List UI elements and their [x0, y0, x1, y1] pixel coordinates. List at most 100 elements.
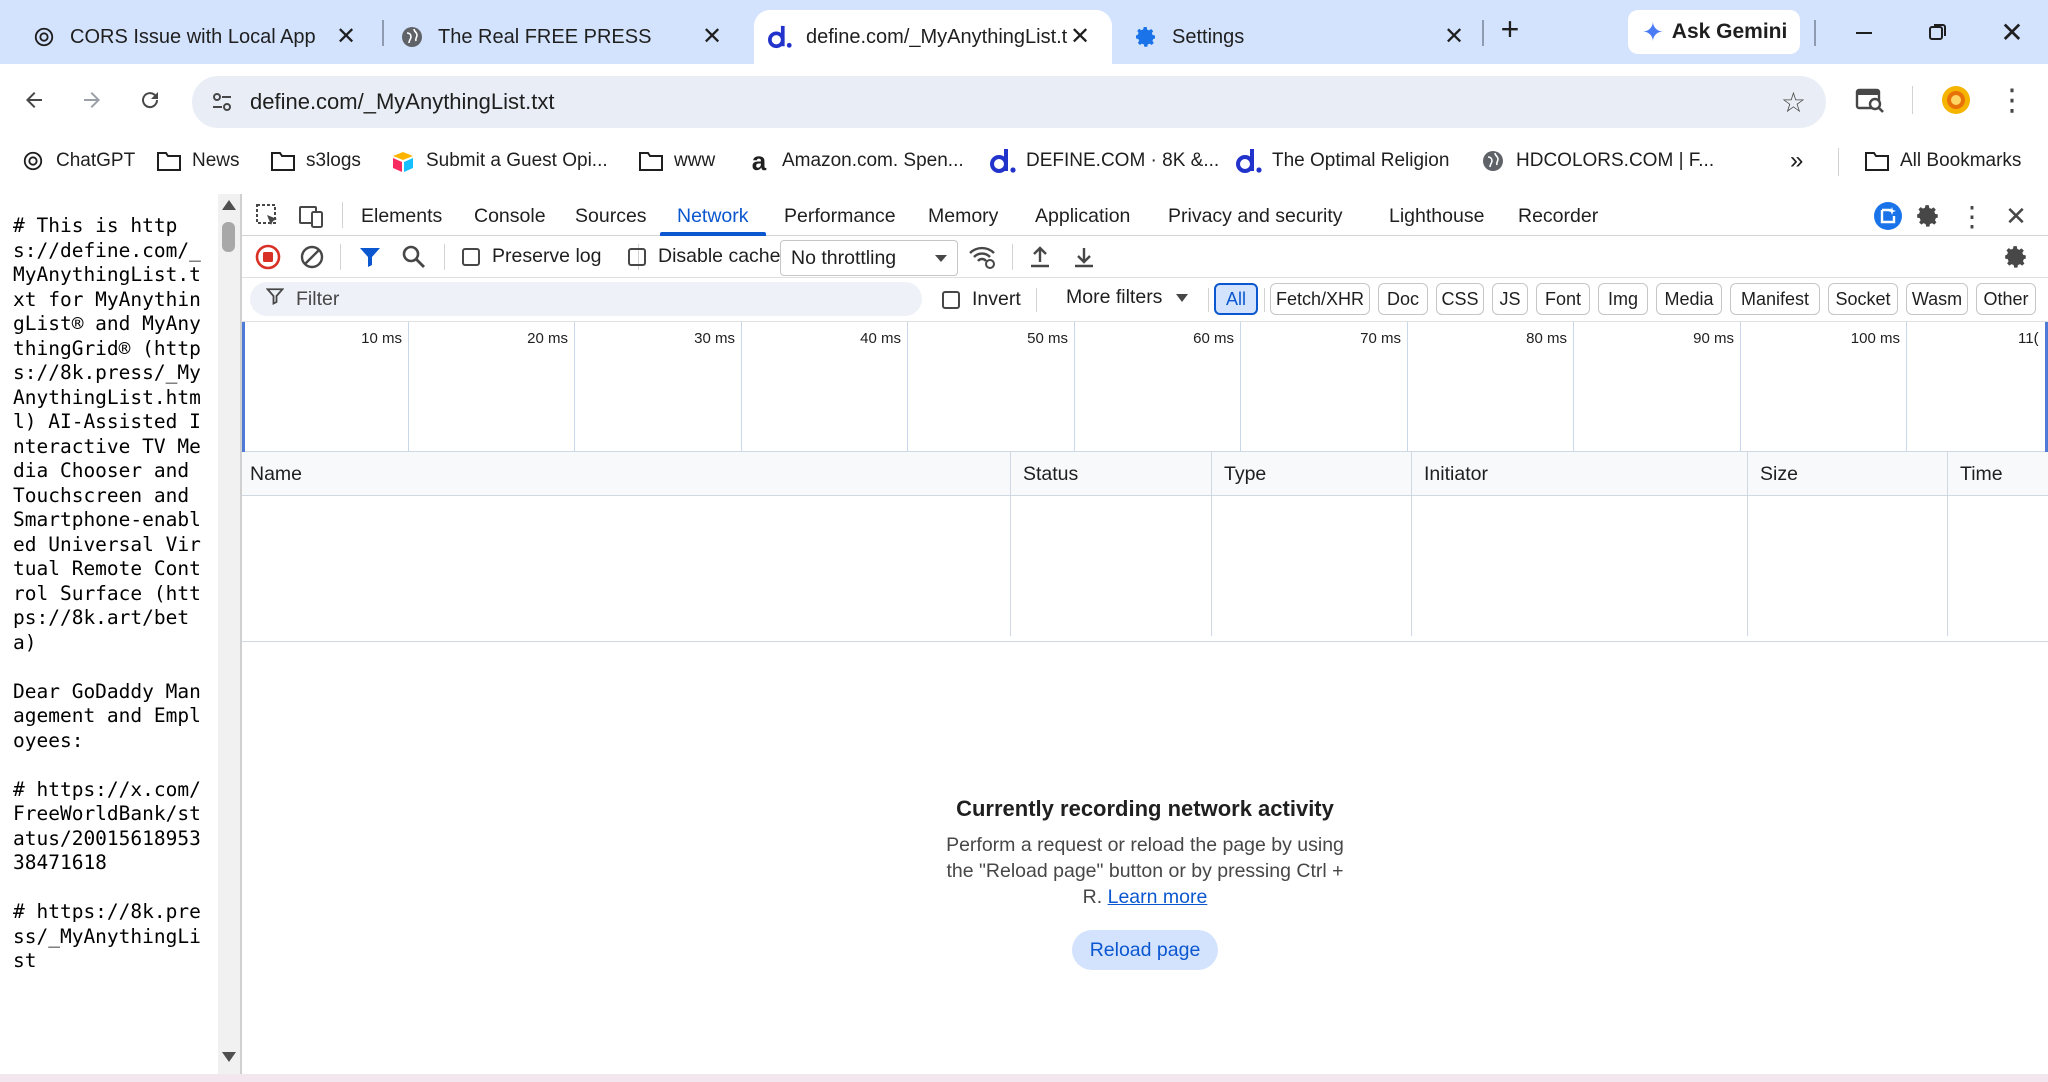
filter-chip-all[interactable]: All: [1214, 283, 1258, 315]
minimize-icon[interactable]: [1846, 14, 1882, 50]
more-filters-label: More filters: [1066, 286, 1163, 308]
new-tab-button[interactable]: +: [1494, 13, 1526, 46]
timeline-tick-label: 11(: [2018, 330, 2039, 347]
bookmark-label: News: [192, 150, 240, 171]
timeline-tick-label: 100 ms: [1850, 330, 1900, 347]
ai-assistance-icon[interactable]: [1872, 200, 1904, 232]
filter-chip-other[interactable]: Other: [1976, 283, 2036, 315]
bookmark-folder-s3logs[interactable]: s3logs: [270, 146, 361, 176]
column-initiator[interactable]: Initiator: [1416, 452, 1488, 496]
filter-chip-js[interactable]: JS: [1492, 283, 1528, 315]
tab-cors-issue[interactable]: CORS Issue with Local App ✕: [0, 10, 378, 64]
close-window-icon[interactable]: ✕: [1994, 14, 2030, 50]
import-har-upload-icon[interactable]: [1024, 241, 1056, 273]
bookmark-amazon[interactable]: a Amazon.com. Spen...: [746, 146, 964, 176]
clear-icon[interactable]: [296, 241, 328, 273]
throttling-select[interactable]: No throttling: [780, 240, 958, 276]
all-bookmarks-button[interactable]: All Bookmarks: [1864, 146, 2021, 176]
tab-settings[interactable]: Settings ✕: [1122, 10, 1486, 64]
column-status[interactable]: Status: [1015, 452, 1078, 496]
column-name[interactable]: Name: [242, 452, 302, 496]
column-divider: [1947, 452, 1948, 636]
network-conditions-wifi-icon[interactable]: [966, 241, 998, 273]
scroll-down-arrow-icon[interactable]: [222, 1052, 236, 1062]
column-time[interactable]: Time: [1952, 452, 2003, 496]
filter-chip-media[interactable]: Media: [1656, 283, 1722, 315]
bookmark-folder-news[interactable]: News: [156, 146, 240, 176]
disable-cache-checkbox[interactable]: Disable cache: [628, 245, 780, 268]
tab-performance[interactable]: Performance: [784, 194, 896, 236]
reload-page-button[interactable]: Reload page: [1072, 930, 1218, 970]
bookmark-define[interactable]: DEFINE.COM · 8K &...: [990, 146, 1219, 176]
learn-more-link[interactable]: Learn more: [1108, 886, 1208, 908]
filter-chip-manifest[interactable]: Manifest: [1730, 283, 1820, 315]
chrome-menu-icon[interactable]: ⋮: [1994, 82, 2030, 118]
filter-funnel-icon[interactable]: [354, 241, 386, 273]
tab-console[interactable]: Console: [474, 194, 546, 236]
device-toolbar-icon[interactable]: [296, 200, 328, 232]
filter-chip-fetch-xhr[interactable]: Fetch/XHR: [1270, 283, 1370, 315]
tab-lighthouse[interactable]: Lighthouse: [1389, 194, 1484, 236]
restore-icon[interactable]: [1920, 14, 1956, 50]
tab-search-icon[interactable]: [1852, 82, 1888, 118]
empty-state: Currently recording network activity Per…: [242, 796, 2048, 970]
devtools-menu-icon[interactable]: ⋮: [1956, 200, 1988, 232]
column-type[interactable]: Type: [1216, 452, 1266, 496]
close-tab-icon[interactable]: ✕: [1066, 22, 1094, 50]
tab-memory[interactable]: Memory: [928, 194, 998, 236]
checkbox-box[interactable]: [462, 247, 480, 266]
tab-define-list[interactable]: define.com/_MyAnythingList.t ✕: [754, 10, 1112, 64]
stop-recording-icon[interactable]: [252, 241, 284, 273]
filter-chip-img[interactable]: Img: [1598, 283, 1648, 315]
back-icon[interactable]: [16, 82, 52, 118]
network-settings-gear-icon[interactable]: [2000, 241, 2032, 273]
close-tab-icon[interactable]: ✕: [332, 22, 360, 50]
tab-free-press[interactable]: The Real FREE PRESS ✕: [368, 10, 744, 64]
ask-gemini-button[interactable]: ✦ Ask Gemini: [1628, 10, 1800, 54]
bookmark-optimal-religion[interactable]: The Optimal Religion: [1236, 146, 1449, 176]
bookmark-folder-www[interactable]: www: [638, 146, 715, 176]
inspect-element-icon[interactable]: [252, 200, 284, 232]
address-bar[interactable]: define.com/_MyAnythingList.txt ☆: [192, 76, 1826, 128]
page-scrollbar[interactable]: [218, 194, 240, 1074]
tab-sources[interactable]: Sources: [575, 194, 647, 236]
reload-icon[interactable]: [132, 82, 168, 118]
network-overview-timeline[interactable]: 10 ms 20 ms 30 ms 40 ms 50 ms 60 ms 70 m…: [242, 322, 2048, 452]
filter-chip-css[interactable]: CSS: [1436, 283, 1484, 315]
search-icon[interactable]: [398, 241, 430, 273]
profile-avatar[interactable]: [1938, 82, 1974, 118]
tab-elements[interactable]: Elements: [361, 194, 442, 236]
filter-chip-socket[interactable]: Socket: [1828, 283, 1898, 315]
tab-network[interactable]: Network: [677, 194, 749, 236]
bookmark-hdcolors[interactable]: HDCOLORS.COM | F...: [1480, 146, 1714, 176]
bookmark-submit-guest[interactable]: Submit a Guest Opi...: [390, 146, 608, 176]
overview-left-handle[interactable]: [242, 322, 245, 452]
checkbox-box[interactable]: [942, 290, 960, 309]
checkbox-box[interactable]: [628, 247, 646, 266]
close-tab-icon[interactable]: ✕: [1440, 22, 1468, 50]
filter-chip-wasm[interactable]: Wasm: [1906, 283, 1968, 315]
more-filters-dropdown[interactable]: More filters: [1066, 286, 1189, 309]
more-bookmarks-chevron-icon[interactable]: »: [1790, 146, 1803, 176]
tab-application[interactable]: Application: [1035, 194, 1130, 236]
filter-input[interactable]: Filter: [250, 282, 922, 316]
preserve-log-checkbox[interactable]: Preserve log: [462, 245, 601, 268]
scroll-up-arrow-icon[interactable]: [222, 200, 236, 210]
column-size[interactable]: Size: [1752, 452, 1798, 496]
devtools-settings-gear-icon[interactable]: [1912, 200, 1944, 232]
site-info-icon[interactable]: [208, 88, 236, 116]
folder-icon: [270, 148, 296, 174]
invert-checkbox[interactable]: Invert: [942, 288, 1021, 311]
filter-bar: Filter Invert More filters All Fetch/XHR…: [242, 278, 2048, 322]
scrollbar-thumb[interactable]: [222, 222, 235, 252]
tab-privacy-security[interactable]: Privacy and security: [1168, 194, 1342, 236]
forward-icon[interactable]: [74, 82, 110, 118]
close-tab-icon[interactable]: ✕: [698, 22, 726, 50]
filter-chip-font[interactable]: Font: [1536, 283, 1590, 315]
filter-chip-doc[interactable]: Doc: [1378, 283, 1428, 315]
tab-recorder[interactable]: Recorder: [1518, 194, 1598, 236]
close-devtools-icon[interactable]: ✕: [2000, 200, 2032, 232]
export-har-download-icon[interactable]: [1068, 241, 1100, 273]
bookmark-star-icon[interactable]: ☆: [1781, 86, 1806, 119]
bookmark-chatgpt[interactable]: ChatGPT: [20, 146, 135, 176]
